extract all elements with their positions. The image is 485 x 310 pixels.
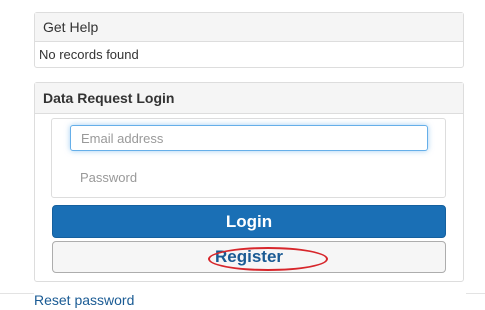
password-field[interactable] <box>70 164 428 190</box>
get-help-panel: Get Help No records found <box>34 12 464 68</box>
divider <box>466 293 485 294</box>
login-panel-heading: Data Request Login <box>35 83 463 114</box>
credentials-group <box>51 118 446 198</box>
login-button[interactable]: Login <box>52 205 446 238</box>
get-help-heading: Get Help <box>35 13 463 42</box>
email-field[interactable] <box>70 125 428 151</box>
divider <box>0 293 34 294</box>
reset-password-link[interactable]: Reset password <box>34 292 134 308</box>
register-label: Register <box>214 247 284 266</box>
register-button[interactable]: Register <box>52 241 446 273</box>
no-records-message: No records found <box>39 47 139 62</box>
data-request-login-panel: Data Request Login Login Register <box>34 82 464 282</box>
